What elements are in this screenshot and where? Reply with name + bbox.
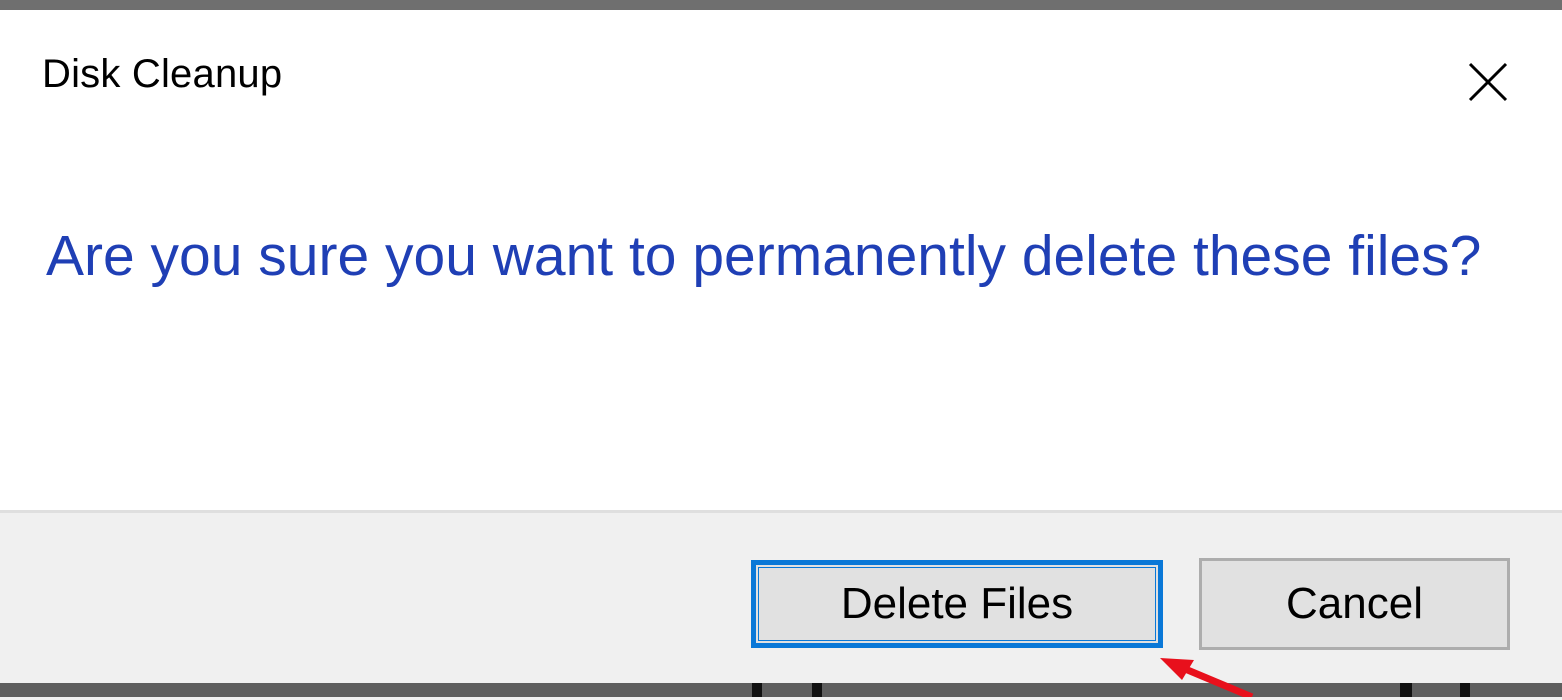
window-bottom-border (0, 683, 1562, 697)
dialog-title: Disk Cleanup (42, 52, 283, 96)
cancel-button[interactable]: Cancel (1199, 558, 1510, 650)
title-bar[interactable]: Disk Cleanup (0, 10, 1562, 130)
window-top-border (0, 0, 1562, 10)
cropped-fragment (752, 683, 762, 697)
disk-cleanup-dialog: Disk Cleanup Are you sure you want to pe… (0, 10, 1562, 700)
confirmation-message: Are you sure you want to permanently del… (46, 224, 1482, 288)
cropped-fragment (1400, 683, 1412, 697)
cropped-fragment (812, 683, 822, 697)
delete-files-button[interactable]: Delete Files (751, 560, 1163, 648)
focus-ring (758, 567, 1156, 641)
cropped-fragment (1460, 683, 1470, 697)
close-icon (1468, 62, 1508, 102)
button-bar: Delete Files Cancel (0, 510, 1562, 700)
cancel-label: Cancel (1286, 579, 1423, 628)
close-button[interactable] (1460, 54, 1516, 110)
